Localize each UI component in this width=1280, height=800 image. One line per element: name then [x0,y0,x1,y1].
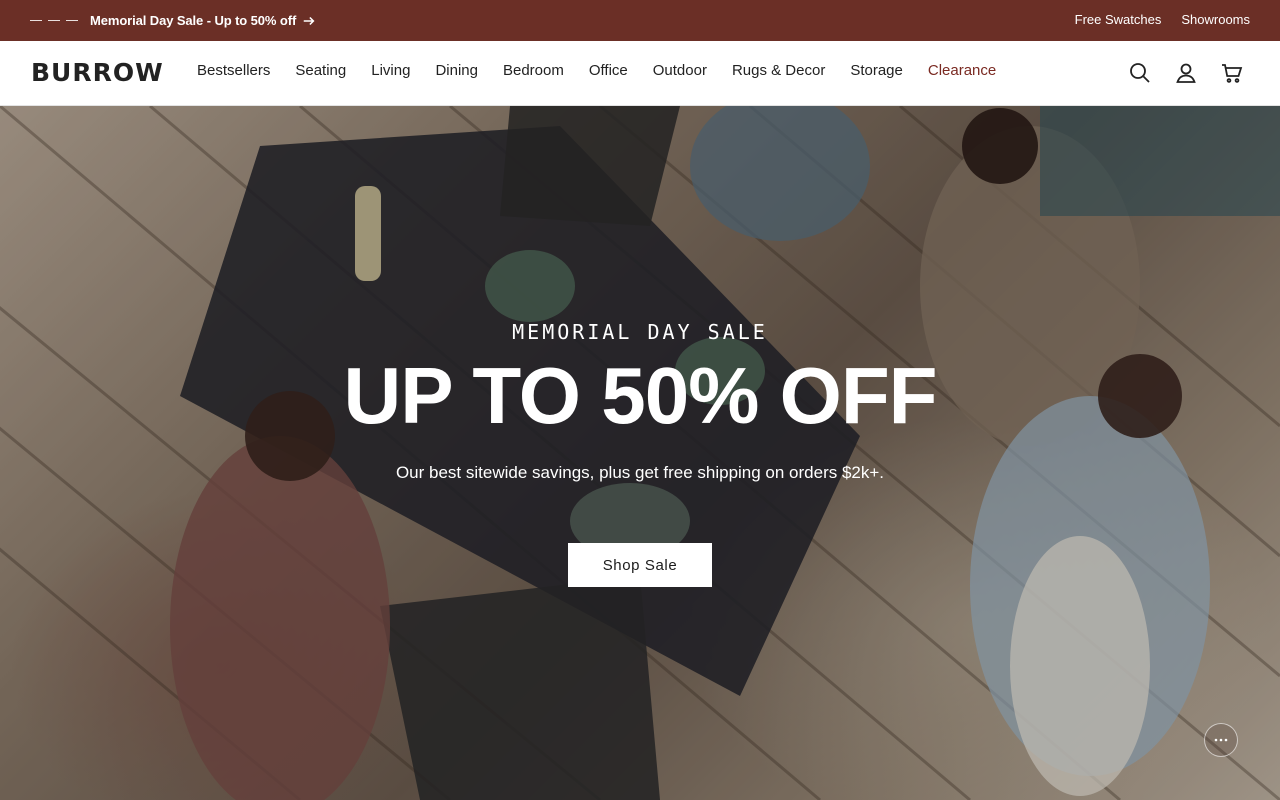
carousel-dot[interactable] [30,20,42,21]
nav-dining[interactable]: Dining [435,62,478,79]
nav-seating[interactable]: Seating [295,62,346,79]
promo-message[interactable]: Memorial Day Sale - Up to 50% off [90,13,296,28]
nav-bedroom[interactable]: Bedroom [503,62,564,79]
carousel-dot[interactable] [48,20,60,21]
cart-icon[interactable] [1220,61,1244,85]
hero-headline: UP TO 50% OFF [343,351,937,440]
nav-rugs-decor[interactable]: Rugs & Decor [732,62,825,79]
hero-banner: MEMORIAL DAY SALE UP TO 50% OFF Our best… [0,106,1280,800]
search-icon[interactable] [1128,61,1152,85]
hero-subtext: Our best sitewide savings, plus get free… [395,463,885,482]
brand-logo[interactable]: BURROW [31,60,164,86]
showrooms-link[interactable]: Showrooms [1181,12,1250,27]
shop-sale-button[interactable]: Shop Sale [568,543,712,587]
site-header: BURROW Bestsellers Seating Living Dining… [0,41,1280,106]
hero-content: MEMORIAL DAY SALE UP TO 50% OFF Our best… [0,106,1280,800]
chat-icon[interactable] [1204,723,1238,757]
nav-clearance[interactable]: Clearance [928,62,996,79]
promo-message-link[interactable]: Memorial Day Sale - Up to 50% off [90,13,316,28]
carousel-indicator[interactable] [30,20,78,21]
nav-bestsellers[interactable]: Bestsellers [197,62,270,79]
account-icon[interactable] [1174,61,1198,85]
nav-storage[interactable]: Storage [850,62,903,79]
main-nav: Bestsellers Seating Living Dining Bedroo… [197,62,1021,79]
arrow-right-icon [303,16,315,25]
carousel-dot[interactable] [66,20,78,21]
nav-living[interactable]: Living [371,62,410,79]
nav-outdoor[interactable]: Outdoor [653,62,707,79]
chat-dots-icon [1214,738,1228,742]
promo-bar: Memorial Day Sale - Up to 50% off Free S… [0,0,1280,41]
nav-office[interactable]: Office [589,62,628,79]
free-swatches-link[interactable]: Free Swatches [1075,12,1162,27]
hero-eyebrow: MEMORIAL DAY SALE [512,320,768,344]
